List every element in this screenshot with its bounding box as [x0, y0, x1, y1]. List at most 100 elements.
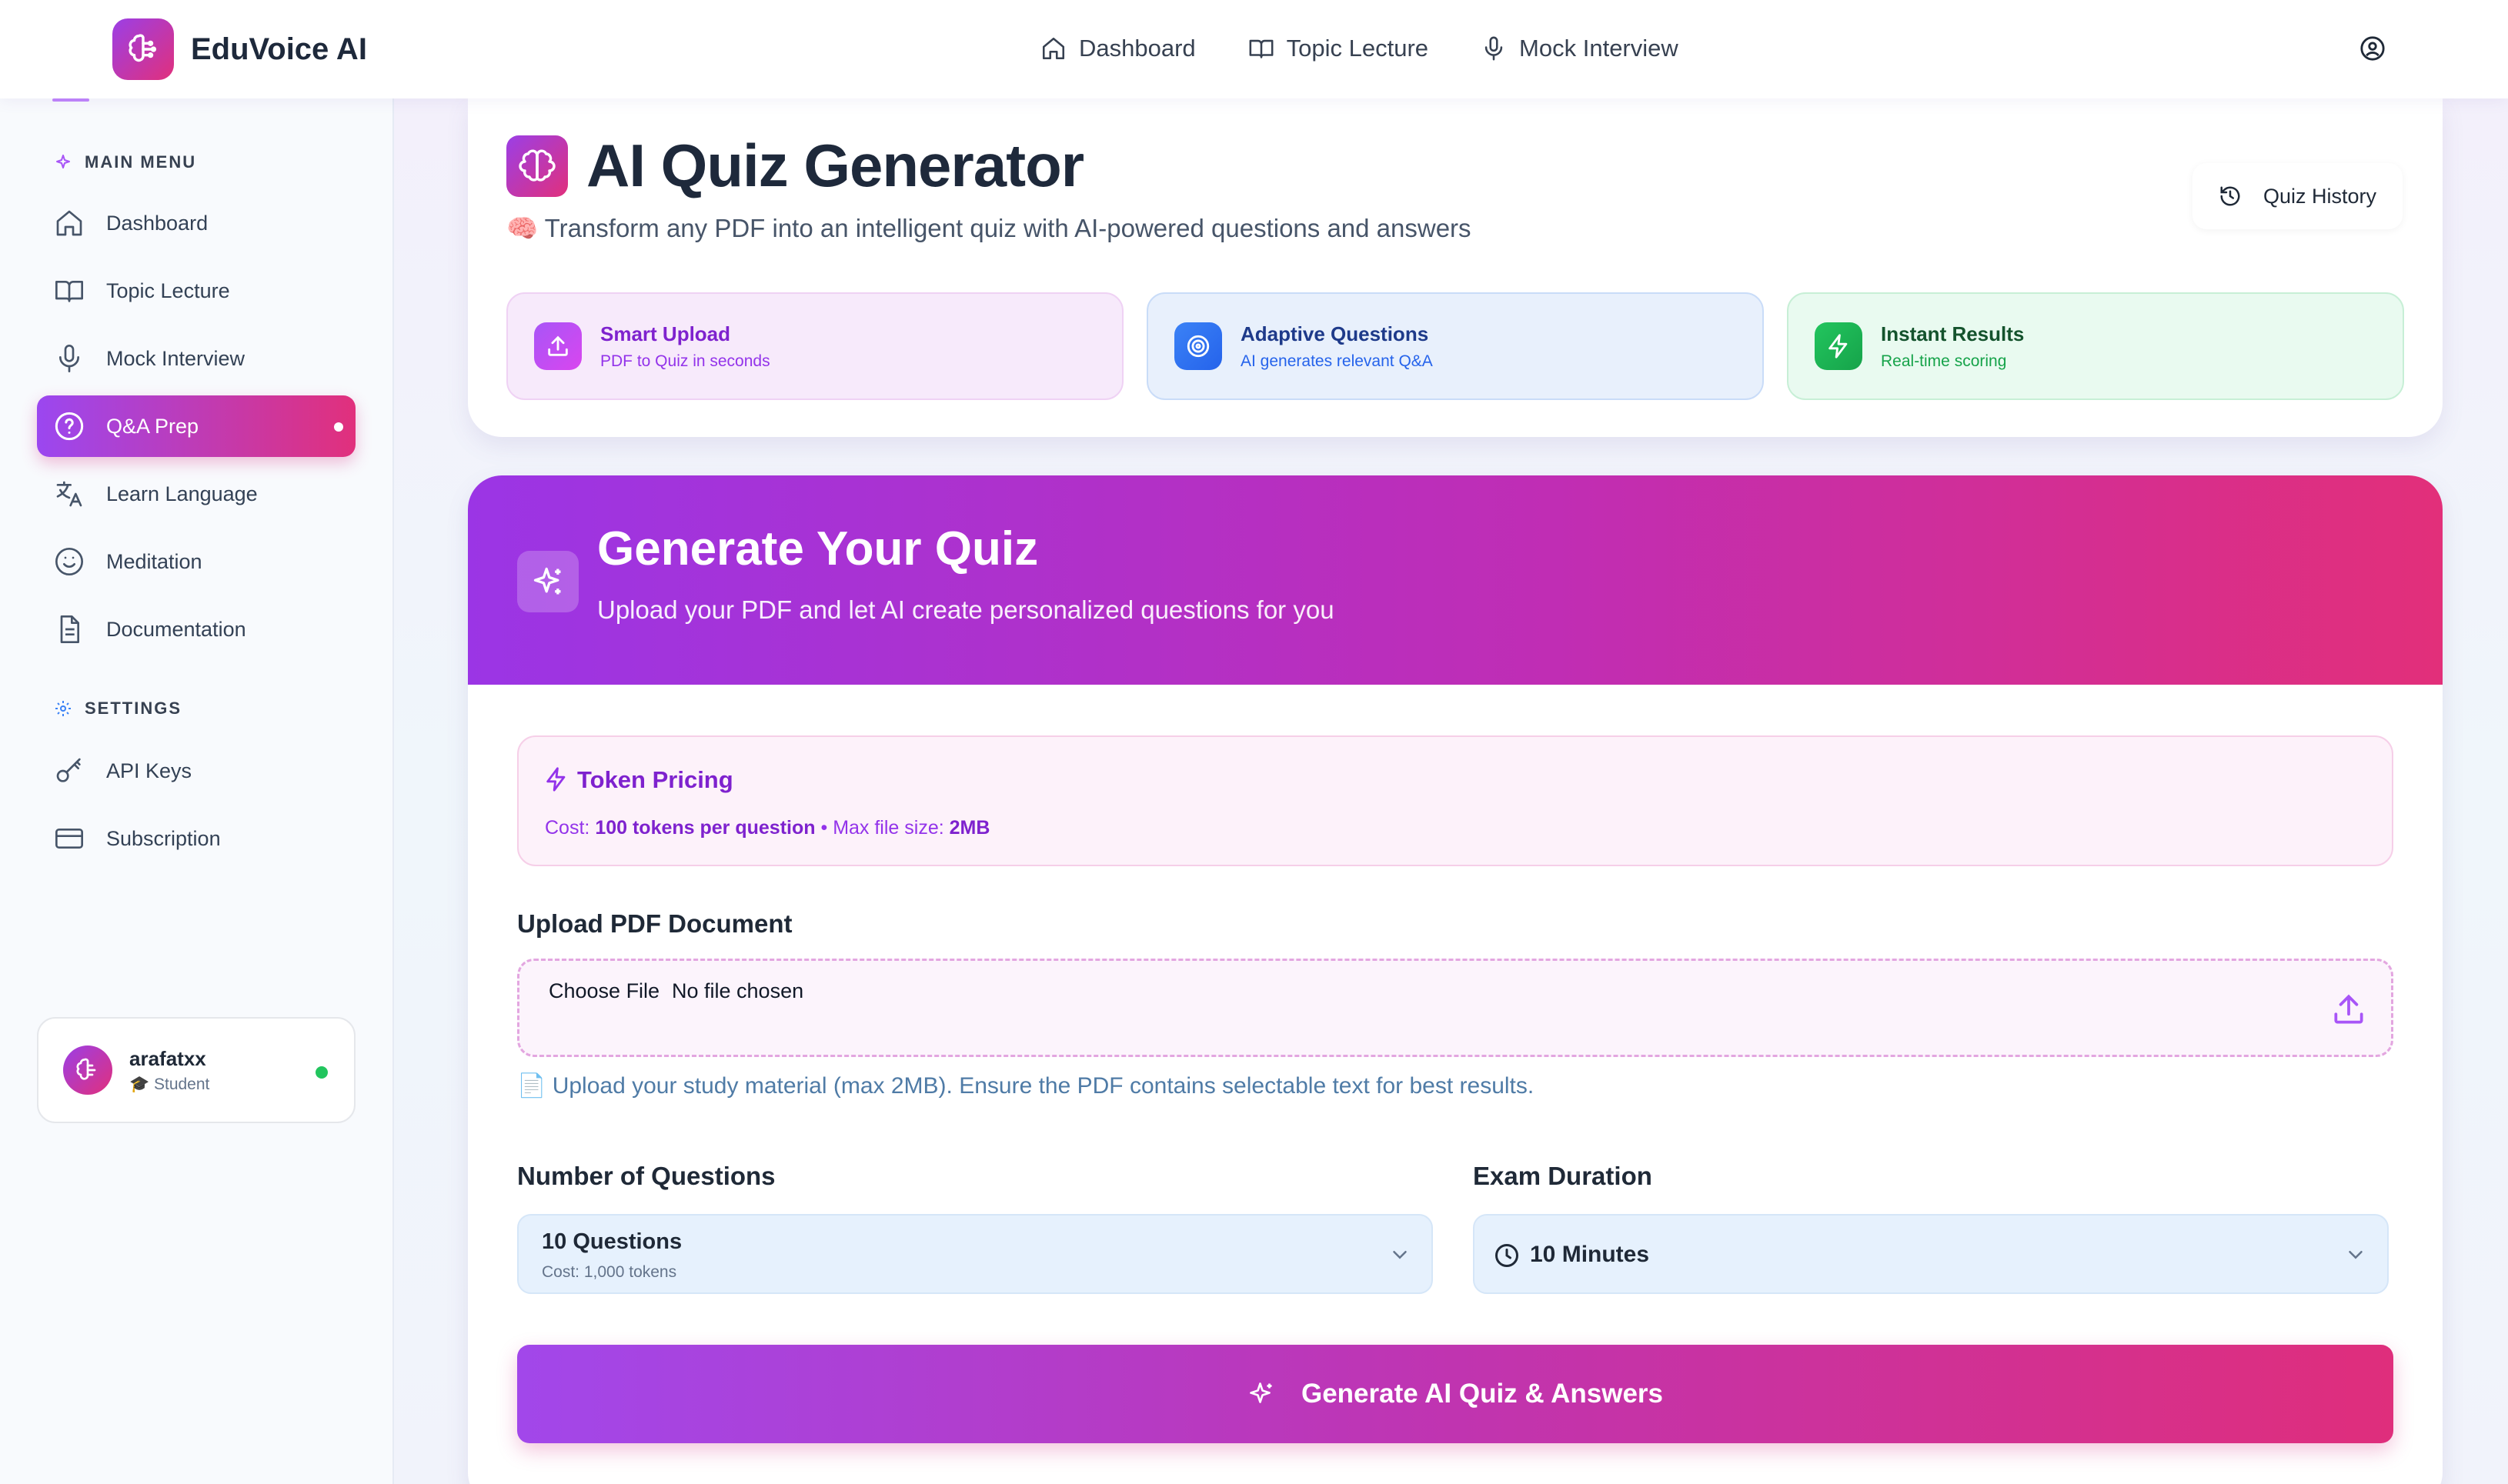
- feature-title: Instant Results: [1881, 322, 2025, 345]
- feature-adaptive-questions: Adaptive Questions AI generates relevant…: [1147, 292, 1764, 400]
- feature-text: Instant Results Real-time scoring: [1881, 322, 2024, 371]
- translate-icon: [56, 481, 82, 507]
- feature-title: Adaptive Questions: [1241, 322, 1429, 345]
- sidebar-item-label: Mock Interview: [106, 346, 245, 370]
- sidebar-item-label: API Keys: [106, 759, 192, 782]
- sidebar-item-label: Dashboard: [106, 211, 209, 235]
- help-circle-icon: [55, 412, 84, 441]
- page-subtitle: 🧠 Transform any PDF into an intelligent …: [506, 214, 1471, 242]
- top-nav: Dashboard Topic Lecture Mock Interview: [1040, 23, 1678, 74]
- sidebar-item-label: Topic Lecture: [106, 278, 230, 302]
- quiz-history-button[interactable]: Quiz History: [2192, 163, 2403, 229]
- topnav-mock-interview-label: Mock Interview: [1519, 35, 1678, 62]
- user-info: arafatxx 🎓 Student: [129, 1047, 209, 1094]
- book-open-icon: [55, 281, 83, 302]
- topnav-dashboard[interactable]: Dashboard: [1040, 35, 1196, 62]
- main-menu-title-label: MAIN MENU: [85, 152, 197, 172]
- user-name: arafatxx: [129, 1046, 206, 1070]
- questions-label: Number of Questions: [517, 1162, 776, 1190]
- questions-select[interactable]: 10 Questions Cost: 1,000 tokens: [517, 1214, 1433, 1294]
- main-menu-title: MAIN MENU: [54, 152, 196, 172]
- feature-text: Adaptive Questions AI generates relevant…: [1241, 322, 1433, 371]
- brain-logo-icon: [112, 18, 174, 80]
- feature-text: Smart Upload PDF to Quiz in seconds: [600, 322, 770, 371]
- sidebar-item-topic-lecture[interactable]: Topic Lecture: [37, 260, 356, 322]
- sidebar-item-learn-language[interactable]: Learn Language: [37, 463, 356, 525]
- main-content: AI Quiz Generator 🧠 Transform any PDF in…: [394, 98, 2508, 1484]
- user-card[interactable]: arafatxx 🎓 Student: [37, 1017, 356, 1123]
- home-icon: [1042, 37, 1065, 60]
- sidebar-accent: [52, 98, 89, 102]
- upload-hint: 📄 Upload your study material (max 2MB). …: [517, 1073, 1535, 1099]
- topnav-topic-lecture[interactable]: Topic Lecture: [1248, 35, 1428, 62]
- sidebar-item-meditation[interactable]: Meditation: [37, 531, 356, 592]
- generate-quiz-button[interactable]: Generate AI Quiz & Answers: [517, 1345, 2393, 1443]
- microphone-icon: [1484, 36, 1503, 61]
- active-indicator-dot: [334, 422, 343, 432]
- topnav-mock-interview[interactable]: Mock Interview: [1481, 35, 1678, 62]
- header-card: AI Quiz Generator 🧠 Transform any PDF in…: [468, 98, 2443, 437]
- sidebar-item-label: Q&A Prep: [106, 414, 199, 438]
- feature-smart-upload: Smart Upload PDF to Quiz in seconds: [506, 292, 1124, 400]
- sparkle-icon: [56, 155, 70, 168]
- token-pricing-title: Token Pricing: [577, 766, 733, 793]
- user-role: 🎓 Student: [129, 1075, 210, 1093]
- page-title: AI Quiz Generator: [586, 132, 1084, 199]
- choose-file-button[interactable]: Choose File: [549, 979, 660, 1003]
- generate-title: Generate Your Quiz: [597, 522, 1039, 575]
- max-size-label: Max file size:: [833, 817, 944, 839]
- duration-select[interactable]: 10 Minutes: [1473, 1214, 2389, 1294]
- questions-value: 10 Questions: [542, 1229, 683, 1254]
- microphone-icon: [59, 345, 79, 372]
- questions-cost: Cost: 1,000 tokens: [542, 1263, 677, 1281]
- sidebar-item-mock-interview[interactable]: Mock Interview: [37, 328, 356, 389]
- clock-icon: [1495, 1244, 1518, 1267]
- sparkles-icon: [517, 551, 579, 612]
- profile-button[interactable]: [2355, 31, 2390, 66]
- pricing-separator: •: [820, 817, 828, 839]
- online-status-dot: [316, 1066, 328, 1079]
- sidebar-item-dashboard[interactable]: Dashboard: [37, 192, 356, 254]
- sidebar-item-label: Documentation: [106, 617, 246, 641]
- chevron-down-icon: [2349, 1251, 2363, 1259]
- token-pricing-box: Token Pricing Cost: 100 tokens per quest…: [517, 735, 2393, 866]
- feature-subtitle: PDF to Quiz in seconds: [600, 352, 770, 370]
- gear-icon: [55, 701, 71, 716]
- sidebar-item-subscription[interactable]: Subscription: [37, 808, 356, 869]
- upload-label: Upload PDF Document: [517, 909, 793, 938]
- history-icon: [2220, 186, 2240, 206]
- home-icon: [56, 210, 82, 236]
- pdf-file-input[interactable]: Choose File No file chosen: [517, 959, 2393, 1057]
- sidebar-item-qa-prep[interactable]: Q&A Prep: [37, 395, 356, 457]
- sidebar-item-api-keys[interactable]: API Keys: [37, 740, 356, 802]
- feature-subtitle: Real-time scoring: [1881, 352, 2007, 370]
- generate-quiz-label: Generate AI Quiz & Answers: [1301, 1379, 1664, 1409]
- user-circle-icon: [2360, 36, 2385, 61]
- duration-value: 10 Minutes: [1530, 1242, 1650, 1267]
- feature-instant-results: Instant Results Real-time scoring: [1787, 292, 2404, 400]
- topnav-topic-lecture-label: Topic Lecture: [1286, 35, 1429, 62]
- file-status: No file chosen: [672, 979, 804, 1002]
- lightning-icon: [1815, 322, 1862, 370]
- lightning-icon: [546, 767, 566, 792]
- generate-subtitle: Upload your PDF and let AI create person…: [597, 595, 1334, 624]
- target-icon: [1174, 322, 1222, 370]
- sidebar-item-label: Subscription: [106, 826, 221, 850]
- brand[interactable]: EduVoice AI: [112, 18, 367, 80]
- brain-icon: [506, 135, 568, 197]
- feature-title: Smart Upload: [600, 322, 731, 345]
- generate-quiz-card: Generate Your Quiz Upload your PDF and l…: [468, 475, 2443, 1484]
- duration-label: Exam Duration: [1473, 1162, 1652, 1190]
- key-icon: [56, 758, 81, 782]
- smile-icon: [55, 548, 83, 575]
- sidebar-item-documentation[interactable]: Documentation: [37, 599, 356, 660]
- settings-title: SETTINGS: [54, 699, 182, 719]
- title-row: AI Quiz Generator: [506, 131, 1084, 201]
- token-pricing-details: Cost: 100 tokens per question • Max file…: [545, 817, 990, 839]
- avatar: [63, 1045, 112, 1095]
- generate-header: Generate Your Quiz Upload your PDF and l…: [468, 475, 2443, 685]
- chevron-down-icon: [1393, 1251, 1407, 1259]
- top-navbar: EduVoice AI Dashboard Topic Lecture Mock…: [0, 0, 2508, 98]
- feature-subtitle: AI generates relevant Q&A: [1241, 352, 1433, 370]
- sidebar-item-label: Learn Language: [106, 482, 258, 505]
